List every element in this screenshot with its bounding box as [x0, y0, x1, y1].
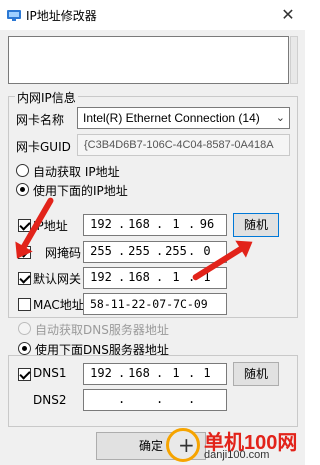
gateway-octet-3[interactable]: 1 — [161, 270, 191, 284]
dns2-dot: . — [118, 392, 126, 406]
gateway-octet-1[interactable]: 192 — [86, 270, 116, 284]
mask-octet-3[interactable]: 255 — [161, 244, 191, 258]
watermark: + 单机100网 danji100.com — [166, 428, 305, 465]
log-textbox[interactable] — [8, 36, 289, 84]
adapter-select[interactable]: Intel(R) Ethernet Connection (14) ⌄ — [77, 107, 290, 129]
title-bar: IP地址修改器 ✕ — [0, 0, 305, 30]
dns2-input[interactable]: . . . — [83, 389, 227, 411]
gateway-checkbox[interactable] — [18, 272, 31, 285]
auto-dns-radio — [18, 322, 31, 335]
chevron-down-icon: ⌄ — [275, 112, 285, 124]
mac-checkbox[interactable] — [18, 298, 31, 311]
dns1-octet-1[interactable]: 192 — [86, 366, 116, 380]
dns1-checkbox[interactable] — [18, 368, 31, 381]
adapter-guid-label: 网卡GUID — [16, 140, 71, 154]
dns1-octet-2[interactable]: 168 — [124, 366, 154, 380]
dns1-label: DNS1 — [33, 366, 67, 380]
dns1-input[interactable]: 192 . 168 . 1 . 1 — [83, 363, 227, 385]
manual-ip-label[interactable]: 使用下面的IP地址 — [33, 182, 128, 199]
auto-ip-radio[interactable] — [16, 164, 29, 177]
dns2-dot: . — [156, 392, 164, 406]
close-icon: ✕ — [281, 5, 295, 24]
mac-address-field[interactable]: 58-11-22-07-7C-09 — [83, 293, 227, 315]
adapter-guid-field: {C3B4D6B7-106C-4C04-8587-0A418A — [77, 134, 290, 156]
lan-group-legend: 内网IP信息 — [15, 89, 78, 106]
random-ip-button[interactable]: 随机 — [233, 213, 279, 237]
network-adapter-icon — [7, 10, 21, 21]
client-area: 内网IP信息 网卡名称 Intel(R) Ethernet Connection… — [0, 30, 305, 465]
gateway-octet-2[interactable]: 168 — [124, 270, 154, 284]
dns2-dot: . — [188, 392, 196, 406]
mask-octet-4[interactable]: 0 — [192, 244, 222, 258]
manual-ip-radio[interactable] — [16, 183, 29, 196]
lan-group: 内网IP信息 网卡名称 Intel(R) Ethernet Connection… — [8, 89, 298, 318]
ip-octet-4[interactable]: 96 — [192, 217, 222, 231]
dns1-octet-4[interactable]: 1 — [192, 366, 222, 380]
watermark-logo-icon: + — [166, 428, 200, 462]
close-button[interactable]: ✕ — [277, 4, 299, 26]
window-title: IP地址修改器 — [26, 9, 97, 23]
dns1-octet-3[interactable]: 1 — [161, 366, 191, 380]
mac-label: MAC地址 — [33, 298, 84, 312]
ip-octet-2[interactable]: 168 — [124, 217, 154, 231]
random-dns-button[interactable]: 随机 — [233, 362, 279, 386]
adapter-select-value: Intel(R) Ethernet Connection (14) — [83, 111, 260, 125]
mask-label: 网掩码 — [45, 246, 82, 260]
mask-octet-2[interactable]: 255 — [124, 244, 154, 258]
gateway-label: 默认网关 — [33, 272, 82, 286]
adapter-name-label: 网卡名称 — [16, 113, 65, 127]
mask-octet-1[interactable]: 255 — [86, 244, 116, 258]
manual-dns-radio[interactable] — [18, 342, 31, 355]
ip-octet-1[interactable]: 192 — [86, 217, 116, 231]
ip-octet-3[interactable]: 1 — [161, 217, 191, 231]
auto-ip-label[interactable]: 自动获取 IP地址 — [33, 163, 120, 180]
log-scrollbar[interactable] — [290, 36, 298, 84]
dns2-label: DNS2 — [33, 393, 67, 407]
subnet-mask-input[interactable]: 255 . 255 . 255 . 0 — [83, 241, 227, 263]
auto-dns-label: 自动获取DNS服务器地址 — [35, 323, 169, 337]
watermark-url: danji100.com — [204, 449, 270, 461]
ip-address-input[interactable]: 192 . 168 . 1 . 96 — [83, 214, 227, 236]
dns-group: DNS1 192 . 168 . 1 . 1 随机 DNS2 . . . — [8, 355, 298, 427]
